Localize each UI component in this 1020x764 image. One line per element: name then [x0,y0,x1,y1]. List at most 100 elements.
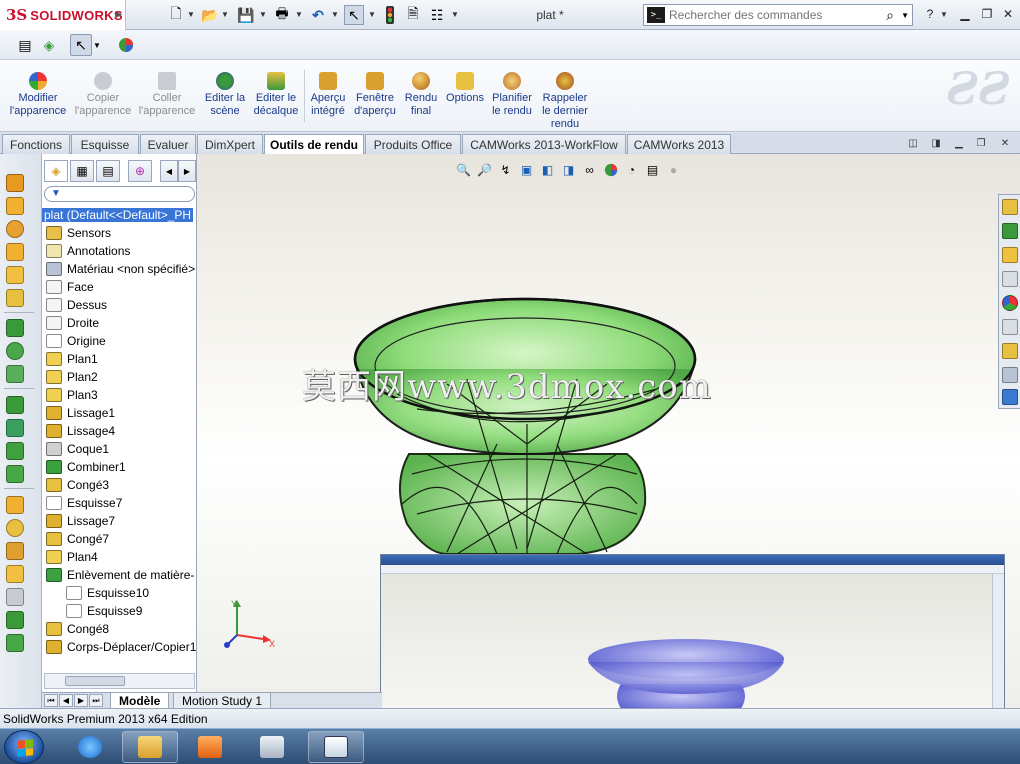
tab-modele[interactable]: Modèle [110,693,170,709]
fillet-icon[interactable] [6,396,24,414]
taskbar-media-player[interactable] [182,731,238,763]
draft-icon[interactable] [6,496,24,514]
tree-item[interactable]: Matériau <non spécifié> [42,260,197,278]
preview-window-scrollbar[interactable] [992,574,1004,708]
restore-icon[interactable]: ❐ [977,5,997,23]
tab-evaluer[interactable]: Evaluer [140,134,196,154]
tab-produits-office[interactable]: Produits Office [365,134,461,154]
sweep-icon[interactable] [6,220,24,238]
shell-icon[interactable] [6,442,24,460]
panel-horizontal-scrollbar[interactable] [44,673,195,689]
tree-item[interactable]: Origine [42,332,197,350]
split-icon[interactable] [6,634,24,652]
rib-icon[interactable] [6,289,24,307]
tree-root-part[interactable]: plat (Default<<Default>_PH [42,206,197,224]
chevron-right-icon[interactable]: ▶ [178,160,196,182]
tab-fonctions[interactable]: Fonctions [2,134,70,154]
edit-decal-button[interactable]: Editer le décalque [252,72,300,118]
chevron-down-icon[interactable]: ▼ [259,10,267,19]
tab-camworks[interactable]: CAMWorks 2013 [627,134,731,154]
save-icon[interactable]: 💾 [236,5,256,25]
new-document-icon[interactable]: 🗋 [166,5,186,25]
scrollbar-thumb[interactable] [65,676,125,686]
tree-item[interactable]: Plan4 [42,548,197,566]
print-icon[interactable]: 🖶 [272,5,292,25]
modify-appearance-button[interactable]: Modifier l'apparence [6,72,70,118]
rebuild-traffic-light-icon[interactable] [380,5,400,25]
chevron-down-icon[interactable]: ▼ [295,10,303,19]
undo-icon[interactable]: ↶ [308,5,328,25]
tree-item[interactable]: Lissage7 [42,512,197,530]
command-manager-icon[interactable]: ▤ [14,34,36,56]
tree-item[interactable]: Plan1 [42,350,197,368]
appearance-toggle-icon[interactable] [115,34,137,56]
chevron-left-icon[interactable]: ◀ [160,160,178,182]
taskbar-window[interactable] [308,731,364,763]
toolbar-cube-icon[interactable]: ◈ [38,34,60,56]
integrated-preview-button[interactable]: Aperçu intégré [306,72,350,118]
tree-item[interactable]: Lissage4 [42,422,197,440]
tree-item[interactable]: Combiner1 [42,458,197,476]
edit-scene-button[interactable]: Editer la scène [200,72,250,118]
tab-outils-de-rendu[interactable]: Outils de rendu [264,134,364,155]
tab-dimxpert[interactable]: DimXpert [197,134,263,154]
tree-item[interactable]: Esquisse10 [42,584,197,602]
options-icon[interactable]: ☷ [427,5,447,25]
tab-motion-study[interactable]: Motion Study 1 [173,693,272,709]
tree-filter-input[interactable]: ▼ [44,186,195,202]
extrude-icon[interactable] [6,174,24,192]
start-button[interactable] [4,730,44,764]
solidworks-logo[interactable]: 3S SOLIDWORKS ▶ [0,0,126,30]
paste-appearance-button[interactable]: Coller l'apparence [136,72,198,118]
revolve-icon[interactable] [6,197,24,215]
minimize-icon[interactable]: ▁ [952,137,966,149]
open-folder-icon[interactable]: 📂 [200,5,220,25]
mirror-icon[interactable] [6,588,24,606]
search-input[interactable] [669,8,874,22]
preview-window-button[interactable]: Fenêtre d'aperçu [352,72,398,118]
minimize-icon[interactable]: ▁ [955,5,975,23]
dimxpert-manager-tab-icon[interactable]: ⊕ [128,160,152,182]
chevron-down-icon[interactable]: ▼ [92,34,102,56]
next-tab-icon[interactable]: ▶ [74,694,88,707]
select-pointer-icon[interactable]: ↖ [344,5,364,25]
tree-item[interactable]: Face [42,278,197,296]
chevron-down-icon[interactable]: ▼ [451,10,459,19]
tree-item[interactable]: Congé7 [42,530,197,548]
tree-item[interactable]: Coque1 [42,440,197,458]
first-tab-icon[interactable]: ⏮ [44,694,58,707]
preview-window[interactable] [380,554,1005,708]
chevron-down-icon[interactable]: ▼ [221,10,229,19]
tab-camworks-workflow[interactable]: CAMWorks 2013-WorkFlow [462,134,626,154]
tree-item[interactable]: Annotations [42,242,197,260]
graphics-area[interactable]: 🔍 🔎 ↯ ▣ ◧ ◨ ∞ ◔ ▤ ● 莫西网www.3dmox.com Y X [197,154,1020,708]
options-button[interactable]: Options [444,72,486,105]
tree-item[interactable]: Esquisse9 [42,602,197,620]
tab-esquisse[interactable]: Esquisse [71,134,139,154]
cut-revolve-icon[interactable] [6,342,24,360]
loft-icon[interactable] [6,243,24,261]
tree-item[interactable]: Sensors [42,224,197,242]
cut-sweep-icon[interactable] [6,365,24,383]
recall-last-render-button[interactable]: Rappeler le dernier rendu [538,72,592,131]
restore-icon[interactable]: ❐ [974,137,988,149]
chevron-down-icon[interactable]: ▼ [187,10,195,19]
tree-item[interactable]: Dessus [42,296,197,314]
tree-item[interactable]: Corps-Déplacer/Copier1 [42,638,197,656]
taskbar-internet-explorer[interactable] [62,731,118,763]
close-icon[interactable]: ✕ [998,5,1018,23]
previous-tab-icon[interactable]: ◀ [59,694,73,707]
tile-icon[interactable]: ◨ [929,137,943,149]
combine-icon[interactable] [6,611,24,629]
search-icon[interactable]: ⌕ [886,7,894,24]
final-render-button[interactable]: Rendu final [402,72,440,118]
tree-item[interactable]: Esquisse7 [42,494,197,512]
chamfer-icon[interactable] [6,419,24,437]
wrap-icon[interactable] [6,542,24,560]
schedule-render-button[interactable]: Planifier le rendu [490,72,534,118]
chevron-down-icon[interactable]: ▼ [368,10,376,19]
close-icon[interactable]: ✕ [998,137,1012,149]
tree-item[interactable]: Lissage1 [42,404,197,422]
command-search[interactable]: >_ ⌕ ▼ [643,4,913,26]
feature-manager-tab-icon[interactable]: ◈ [44,160,68,182]
